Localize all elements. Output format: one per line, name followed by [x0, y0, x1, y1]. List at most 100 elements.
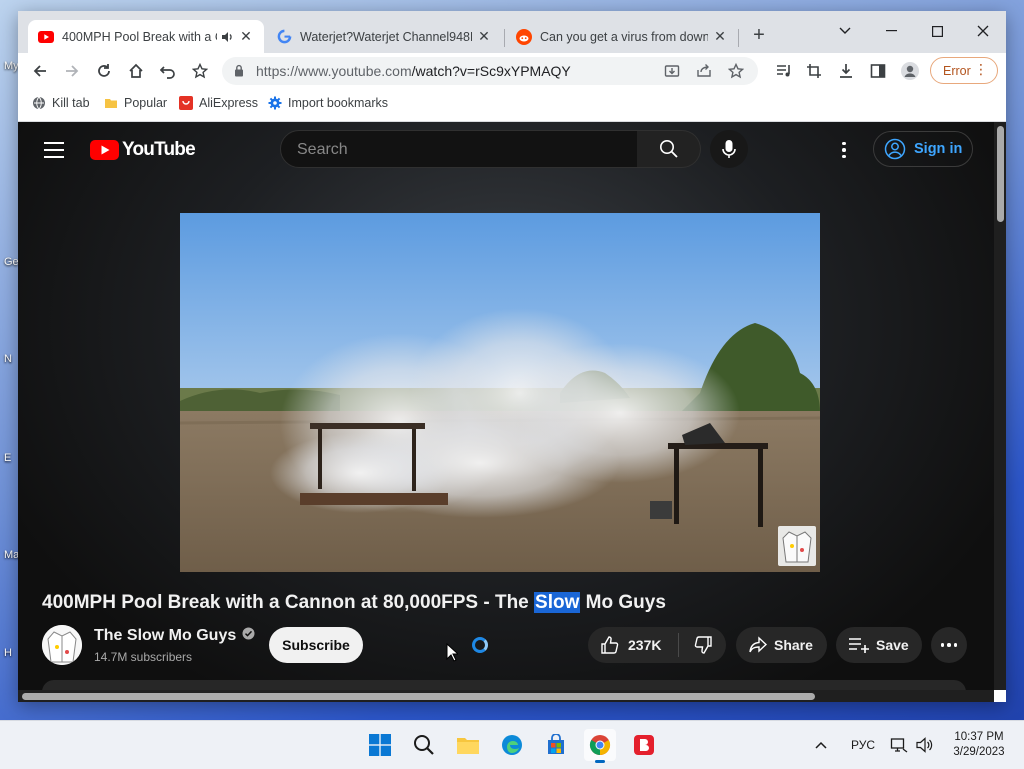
desktop-icon-label[interactable]: N	[4, 353, 12, 365]
network-icon[interactable]	[890, 721, 908, 769]
close-tab-icon[interactable]: ✕	[712, 28, 728, 45]
reload-button[interactable]	[90, 57, 118, 85]
thumbs-down-icon	[694, 636, 712, 654]
bookmarks-bar: Kill tab Popular AliExpress Import bookm…	[18, 89, 1006, 122]
forward-button[interactable]	[58, 57, 86, 85]
save-button[interactable]: Save	[836, 627, 922, 663]
search-button[interactable]	[637, 130, 701, 168]
playlist-add-icon	[849, 638, 869, 653]
folder-icon	[104, 96, 118, 110]
tab-youtube[interactable]: 400MPH Pool Break with a C ✕	[28, 20, 264, 53]
new-tab-button[interactable]: +	[746, 23, 772, 49]
bookmark-kill-tab[interactable]: Kill tab	[32, 96, 90, 110]
share-button[interactable]: Share	[736, 627, 827, 663]
aliexpress-icon	[179, 96, 193, 110]
lab-coat-avatar-icon	[42, 625, 82, 665]
browser-window: 400MPH Pool Break with a C ✕ Waterjet?Wa…	[18, 11, 1006, 702]
taskbar-clock[interactable]: 10:37 PM 3/29/2023	[946, 730, 1012, 760]
youtube-page: YouTube Sign in	[18, 122, 1006, 702]
share-page-icon[interactable]	[694, 61, 714, 81]
search-icon	[659, 140, 678, 158]
voice-search-button[interactable]	[710, 130, 748, 168]
taskbar: РУС 10:37 PM 3/29/2023	[0, 720, 1024, 769]
subscriber-count: 14.7M subscribers	[94, 650, 193, 664]
video-player[interactable]	[180, 213, 820, 572]
settings-more-icon[interactable]	[832, 138, 856, 162]
microsoft-store-button[interactable]	[540, 729, 572, 761]
minimize-button[interactable]	[868, 17, 914, 45]
subscribe-button[interactable]: Subscribe	[269, 627, 363, 663]
search-input[interactable]	[295, 139, 619, 161]
menu-icon[interactable]	[44, 142, 64, 158]
youtube-logo[interactable]: YouTube	[90, 139, 196, 161]
close-tab-icon[interactable]: ✕	[238, 28, 254, 45]
horizontal-scrollbar[interactable]	[18, 690, 994, 702]
home-button[interactable]	[122, 57, 150, 85]
show-hidden-icons-button[interactable]	[815, 721, 827, 769]
desktop-icon-label[interactable]: Ge	[4, 256, 19, 268]
sign-in-button[interactable]: Sign in	[873, 131, 973, 167]
bookmark-page-star-icon[interactable]	[726, 61, 746, 81]
clock-date: 3/29/2023	[953, 746, 1005, 758]
crop-screenshot-icon[interactable]	[800, 57, 828, 85]
tab-title: Waterjet?Waterjet Channel948K	[300, 29, 472, 44]
search-box	[280, 130, 638, 168]
thumbs-up-icon	[601, 636, 619, 654]
taskbar-search-button[interactable]	[408, 729, 440, 761]
dislike-button[interactable]	[679, 635, 726, 655]
close-tab-icon[interactable]: ✕	[476, 28, 492, 45]
desktop-icon-label[interactable]: H	[4, 647, 12, 659]
mouse-cursor-icon	[446, 642, 460, 667]
error-menu-button[interactable]: Error ⋮	[930, 57, 998, 84]
address-bar[interactable]: https://www.youtube.com/watch?v=rSc9xYPM…	[222, 57, 758, 85]
clock-time: 10:37 PM	[954, 731, 1004, 743]
profile-avatar-icon[interactable]	[896, 57, 924, 85]
tab-waterjet[interactable]: Waterjet?Waterjet Channel948K ✕	[266, 20, 502, 53]
undo-icon[interactable]	[154, 57, 182, 85]
lock-icon[interactable]	[234, 64, 244, 82]
desktop-icon-label[interactable]: Ma	[4, 549, 19, 561]
like-count: 237K	[628, 637, 662, 653]
start-button[interactable]	[364, 729, 396, 761]
bitdefender-button[interactable]	[628, 729, 660, 761]
video-title: 400MPH Pool Break with a Cannon at 80,00…	[42, 592, 666, 613]
like-dislike-group: 237K	[588, 627, 726, 663]
media-controls-icon[interactable]	[770, 57, 798, 85]
desktop-icon-label[interactable]: My	[4, 60, 19, 72]
bookmark-import[interactable]: Import bookmarks	[268, 96, 388, 110]
chevron-up-icon	[815, 741, 827, 749]
bookmark-star-icon[interactable]	[186, 57, 214, 85]
lab-coat-logo-icon	[782, 531, 812, 563]
tab-reddit[interactable]: Can you get a virus from downlo ✕	[506, 20, 738, 53]
speaker-icon[interactable]	[221, 31, 234, 43]
back-button[interactable]	[26, 57, 54, 85]
vertical-scrollbar[interactable]	[994, 122, 1006, 690]
microphone-icon	[722, 140, 736, 158]
install-app-icon[interactable]	[662, 61, 682, 81]
bookmark-popular[interactable]: Popular	[104, 96, 167, 110]
edge-browser-button[interactable]	[496, 729, 528, 761]
url-text[interactable]: https://www.youtube.com/watch?v=rSc9xYPM…	[256, 63, 571, 79]
chrome-taskbar-button[interactable]	[584, 729, 616, 763]
channel-avatar[interactable]	[42, 625, 82, 665]
error-label: Error	[943, 63, 971, 78]
desktop-icon-label[interactable]: E	[4, 452, 11, 464]
more-actions-button[interactable]	[931, 627, 967, 663]
bookmark-aliexpress[interactable]: AliExpress	[179, 96, 258, 110]
downloads-icon[interactable]	[832, 57, 860, 85]
store-icon	[548, 734, 564, 754]
maximize-button[interactable]	[914, 17, 960, 45]
close-window-button[interactable]	[960, 17, 1006, 45]
channel-name[interactable]: The Slow Mo Guys	[94, 627, 255, 645]
tab-title: 400MPH Pool Break with a C	[62, 29, 217, 44]
loading-spinner-icon	[472, 637, 488, 653]
language-indicator[interactable]: РУС	[851, 721, 875, 769]
file-explorer-button[interactable]	[452, 729, 484, 761]
verified-check-icon	[242, 627, 255, 645]
share-arrow-icon	[749, 636, 768, 653]
like-button[interactable]: 237K	[588, 635, 678, 655]
volume-icon[interactable]	[916, 721, 934, 769]
tab-search-icon[interactable]	[822, 17, 868, 45]
side-panel-icon[interactable]	[864, 57, 892, 85]
channel-watermark[interactable]	[778, 526, 816, 566]
